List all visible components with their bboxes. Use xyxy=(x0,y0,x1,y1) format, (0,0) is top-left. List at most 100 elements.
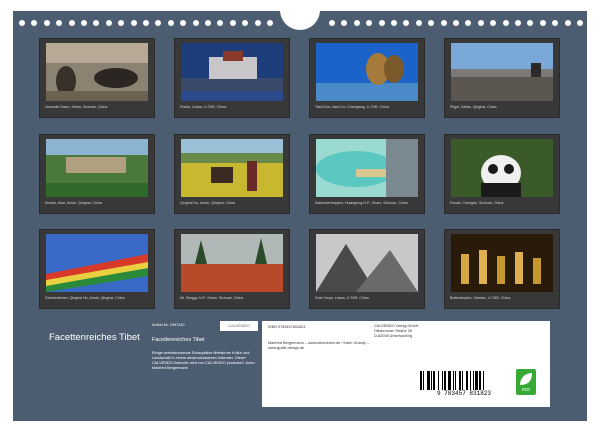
binding-hole xyxy=(205,20,211,26)
panel-title: Facettenreiches Tibet xyxy=(152,337,205,343)
photo-thumbnail[interactable]: Nomadin Dawu, Kham, Sichuan, China xyxy=(39,38,155,118)
photo-caption: Tashi Dor, Nam Co, Changtang, U-TAR, Chi… xyxy=(315,105,389,109)
binding-hole xyxy=(93,20,100,26)
binding-hole xyxy=(105,20,112,26)
barcode-bar xyxy=(472,371,474,390)
binding-hole xyxy=(43,20,50,26)
barcode-bar xyxy=(444,371,447,390)
binding-hole xyxy=(254,20,261,26)
photo-thumbnail[interactable]: Gebetsfahnen, Qinghai Hu, Amdo, Qinghai,… xyxy=(39,229,155,309)
photo-thumbnail[interactable]: Panda, Chengdu, Sichuan, China xyxy=(444,134,560,214)
barcode: 9 783457 831823 xyxy=(418,371,510,397)
photo-qinghai-hu-yak xyxy=(181,139,283,197)
photo-tashi-dor xyxy=(316,43,418,101)
binding-hole xyxy=(267,20,273,26)
photo-caption: Pilger, Kailas, Qinghai, China xyxy=(450,105,497,109)
barcode-bar xyxy=(453,371,454,390)
binding-hole xyxy=(552,20,559,26)
binding-hole xyxy=(428,20,435,26)
barcode-bar xyxy=(482,371,484,390)
barcode-bar xyxy=(420,371,422,390)
barcode-bar xyxy=(433,371,436,390)
photo-caption: Mt. Siniggo N.P., Kham, Sichuan, China xyxy=(180,296,244,300)
photo-caption: Butterlampen, Ganden, U-TAR, China xyxy=(450,296,511,300)
binding-hole xyxy=(515,20,521,26)
photo-thumbnail[interactable]: Potala, Lhasa, U-TAR, China xyxy=(174,38,290,118)
binding-hole xyxy=(440,20,447,26)
info-col-left: Artikel-Nr. 1997240 CALVENDO Facettenrei… xyxy=(150,321,262,407)
eco-badge: eco xyxy=(516,369,536,395)
binding-hole xyxy=(155,20,162,26)
binding-hole xyxy=(217,20,224,26)
info-panel: Artikel-Nr. 1997240 CALVENDO Facettenrei… xyxy=(150,321,550,407)
binding-hole xyxy=(577,20,583,26)
photo-thumbnail[interactable]: Qinghai Hu, Amdo, Qinghai, China xyxy=(174,134,290,214)
photo-caption: Kalksintertreppen, Huanglong N.P., Kham,… xyxy=(315,201,408,205)
binding-hole xyxy=(329,20,335,26)
binding-hole xyxy=(403,20,410,26)
barcode-bar xyxy=(466,371,469,390)
binding-hole xyxy=(341,20,348,26)
photo-thumbnail[interactable]: Mt. Siniggo N.P., Kham, Sichuan, China xyxy=(174,229,290,309)
binding-hole xyxy=(229,20,236,26)
binding-hole xyxy=(378,20,385,26)
binding-hole xyxy=(180,20,187,26)
photo-drak-yerpa xyxy=(316,234,418,292)
binding-hole xyxy=(81,20,87,26)
barcode-bar xyxy=(461,371,463,390)
binding-hole xyxy=(130,20,137,26)
photo-caption: Nomadin Dawu, Kham, Sichuan, China xyxy=(45,105,108,109)
photo-caption: Gebetsfahnen, Qinghai Hu, Amdo, Qinghai,… xyxy=(45,296,125,300)
photo-nomads-yaks xyxy=(46,43,148,101)
publisher-block: CALVENDO Verlag GmbH Ottobrunner Straße … xyxy=(374,324,418,339)
product-description: Einige beeindruckende Schauplätze tibeti… xyxy=(152,351,256,370)
barcode-bar xyxy=(455,371,457,390)
binding-hole xyxy=(477,20,484,26)
eco-label: eco xyxy=(521,387,531,393)
publisher-line: D-82008 Unterhaching xyxy=(374,334,413,338)
barcode-bar xyxy=(437,371,439,390)
barcode-bar xyxy=(458,371,461,390)
barcode-bar xyxy=(479,371,482,390)
binding-hole xyxy=(143,20,149,26)
barcode-bar xyxy=(475,371,478,390)
photo-caption: Panda, Chengdu, Sichuan, China xyxy=(450,201,504,205)
barcode-bar xyxy=(442,371,443,390)
calendar-title: Facettenreiches Tibet xyxy=(49,332,140,343)
binding-hole xyxy=(465,20,472,26)
barcode-bar xyxy=(426,371,430,390)
binding-hole xyxy=(19,20,25,26)
photo-caption: Qinghai Hu, Amdo, Qinghai, China xyxy=(180,201,235,205)
photo-thumbnail[interactable]: Drak Yerpa, Lhasa, U-TAR, China xyxy=(309,229,425,309)
photo-caption: Drak Yerpa, Lhasa, U-TAR, China xyxy=(315,296,369,300)
photo-potala xyxy=(181,43,283,101)
binding-hole xyxy=(453,20,459,26)
photo-thumbnail[interactable]: Pilger, Kailas, Qinghai, China xyxy=(444,38,560,118)
binding-hole xyxy=(167,20,174,26)
article-number: Artikel-Nr. 1997240 xyxy=(152,323,185,327)
photo-butter-lamps xyxy=(451,234,553,292)
photo-siniggo-forest xyxy=(181,234,283,292)
barcode-bar xyxy=(423,371,425,390)
photo-pilgrims xyxy=(451,43,553,101)
photo-prayer-flags xyxy=(46,234,148,292)
photo-panda xyxy=(451,139,553,197)
calvendo-logo: CALVENDO xyxy=(220,321,258,331)
binding-hole xyxy=(490,20,497,26)
author-credit: Manfred Bergermann – www.utkonturen.de /… xyxy=(268,341,370,350)
binding-hole xyxy=(391,20,397,26)
photo-monastery xyxy=(46,139,148,197)
binding-hole xyxy=(502,20,509,26)
binding-hole xyxy=(118,20,125,26)
binding-hole xyxy=(415,20,422,26)
binding-hole xyxy=(527,20,534,26)
binding-hole xyxy=(192,20,199,26)
photo-thumbnail[interactable]: Tashi Dor, Nam Co, Changtang, U-TAR, Chi… xyxy=(309,38,425,118)
barcode-bar xyxy=(431,371,432,390)
photo-thumbnail[interactable]: Kloster, Akar, Amdo, Qinghai, China xyxy=(39,134,155,214)
photo-thumbnail[interactable]: Butterlampen, Ganden, U-TAR, China xyxy=(444,229,560,309)
binding-hole xyxy=(68,20,75,26)
photo-thumbnail[interactable]: Kalksintertreppen, Huanglong N.P., Kham,… xyxy=(309,134,425,214)
binding-hole xyxy=(56,20,63,26)
barcode-digits: 9 783457 831823 xyxy=(436,390,491,397)
